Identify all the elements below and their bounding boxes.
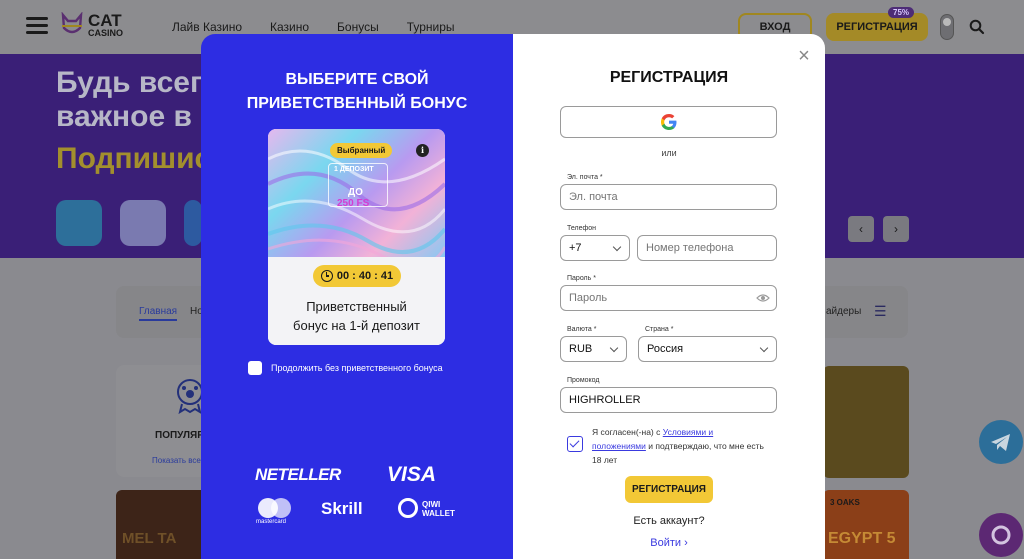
phone-code-select[interactable]: +7 [560,235,630,261]
bonus-amount: 250 FS [337,198,370,209]
google-signin-button[interactable] [560,106,777,138]
hero-prev-arrow[interactable]: ‹ [848,216,874,242]
close-icon[interactable]: × [796,46,812,66]
logo[interactable]: CAT CASINO [60,11,124,38]
chevron-down-icon [612,242,622,252]
telegram-float-button[interactable] [979,420,1023,464]
logo-subtext: CASINO [88,28,124,38]
terms-checkbox[interactable] [567,436,583,452]
currency-select[interactable]: RUB [560,336,627,362]
nav-tournaments[interactable]: Турниры [407,20,455,34]
logo-text: CAT [88,11,122,30]
bonus-badge: 75% [888,7,915,18]
email-label: Эл. почта * [567,174,603,181]
skip-bonus-label[interactable]: Продолжить без приветственного бонуса [271,363,443,373]
country-select[interactable]: Россия [638,336,777,362]
popular-show-all-link[interactable]: Показать все [152,456,201,465]
mastercard-logo: mastercard [256,519,287,525]
hero-subtitle: Подпишись [56,142,206,175]
hero-title: Будь всегдаважное в [56,66,206,133]
qiwi-icon [398,498,418,518]
nav-bonuses[interactable]: Бонусы [337,20,379,34]
tab-main[interactable]: Главная [139,306,178,321]
info-icon[interactable]: i [416,144,429,157]
currency-value: RUB [569,343,593,355]
telegram-icon[interactable] [56,200,102,246]
selected-chip: Выбранный [330,143,393,158]
bonus-card-image: Выбранный i 1 ДЕПОЗИТ ДО 250 FS [268,129,445,257]
chevron-right-icon: › [684,537,688,549]
max-icon[interactable] [120,200,166,246]
or-divider: или [661,148,677,158]
deposit-label: 1 ДЕПОЗИТ [334,166,374,173]
bonus-timer: 00 : 40 : 41 [313,265,401,287]
qiwi-logo: QIWI WALLET [422,500,455,518]
game-tile-right-1[interactable] [823,366,909,478]
skrill-logo: Skrill [321,499,363,518]
registration-form: × РЕГИСТРАЦИЯ или Эл. почта * Телефон +7… [513,34,825,559]
bonus-panel: ВЫБЕРИТЕ СВОЙ ПРИВЕТСТВЕННЫЙ БОНУС Выбра… [201,34,513,559]
theme-toggle[interactable] [940,14,954,40]
country-value: Россия [647,343,684,355]
country-label: Страна * [645,326,674,333]
registration-title: РЕГИСТРАЦИЯ [609,69,729,86]
phone-label: Телефон [567,225,597,232]
game-left-title: MEL TA [122,530,177,547]
menu-icon[interactable] [26,17,48,35]
phone-number-field[interactable] [637,235,777,261]
register-submit-button[interactable]: РЕГИСТРАЦИЯ [625,476,713,503]
chat-float-button[interactable] [979,513,1023,557]
tab-providers[interactable]: айдеры [826,306,861,317]
game-right-brand: 3 OAKS [830,498,860,507]
visa-logo: VISA [387,463,437,486]
password-wrapper [560,285,777,311]
have-account-text: Есть аккаунт? [633,515,705,527]
nav-live-casino[interactable]: Лайв Казино [172,20,242,34]
filter-icon[interactable]: ☰ [874,303,887,320]
login-link[interactable]: Войти › [513,537,825,549]
upto-label: ДО [348,187,363,198]
clock-icon [320,270,333,282]
game-tile-left[interactable] [116,490,208,559]
password-label: Пароль * [567,275,596,282]
game-right-title: EGYPT 5 [828,530,896,547]
bonus-name: Приветственный бонус на 1-й депозит [293,299,420,333]
main-nav: Лайв Казино Казино Бонусы Турниры [172,20,455,34]
password-field[interactable] [569,287,749,309]
google-icon [660,114,676,130]
registration-modal: ВЫБЕРИТЕ СВОЙ ПРИВЕТСТВЕННЫЙ БОНУС Выбра… [201,34,825,559]
currency-label: Валюта * [567,326,597,333]
hero-next-arrow[interactable]: › [883,216,909,242]
nav-casino[interactable]: Казино [270,20,309,34]
promo-label: Промокод [567,377,600,384]
search-icon[interactable] [969,19,985,35]
skip-bonus-checkbox[interactable] [248,361,262,375]
cat-logo-icon [60,11,84,38]
bonus-panel-title: ВЫБЕРИТЕ СВОЙ ПРИВЕТСТВЕННЫЙ БОНУС [246,71,468,112]
email-field[interactable] [560,184,777,210]
vk-icon[interactable] [184,200,202,246]
timer-value: 00 : 40 : 41 [336,270,394,282]
bonus-card-footer: 00 : 40 : 41 Приветственный бонус на 1-й… [268,257,445,345]
chevron-down-icon [759,343,769,353]
bonus-card[interactable]: Выбранный i 1 ДЕПОЗИТ ДО 250 FS 00 : 40 … [268,129,445,345]
eye-icon[interactable] [756,293,770,303]
neteller-logo: NETELLER [255,465,341,484]
header-register-button[interactable]: РЕГИСТРАЦИЯ [826,13,928,41]
promo-code-field[interactable] [560,387,777,413]
terms-text: Я согласен(-на) с Условиями и положениям… [592,427,764,465]
chevron-down-icon [609,343,619,353]
phone-code-value: +7 [569,242,582,254]
